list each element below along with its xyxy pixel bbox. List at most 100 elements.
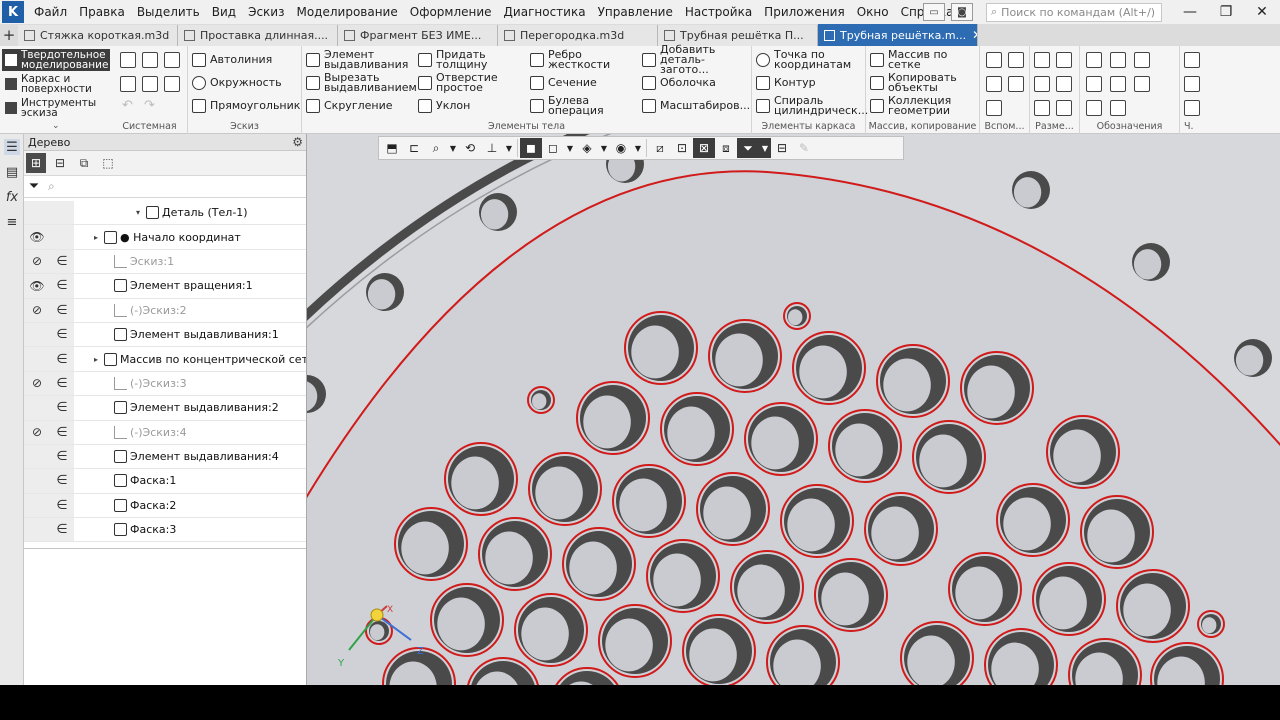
tree-item[interactable]: (-)Эскиз:4 [74,425,306,439]
tree-search-icon[interactable]: ⌕ [48,179,55,194]
copy-objects-button[interactable]: Копировать объекты [870,72,957,94]
gear-icon[interactable]: ⚙ [292,135,303,149]
body-element-button[interactable]: Отверстие простое [418,72,498,94]
tree-panel-icon[interactable]: ☰ [4,139,20,155]
text-icon[interactable] [1086,100,1102,116]
tree-item[interactable]: Элемент выдавливания:1 [74,328,306,342]
tree-row[interactable]: ∈ Элемент выдавливания:1 [24,322,306,348]
tree-row[interactable]: ∈ Элемент выдавливания:2 [24,396,306,421]
aux-curve-icon[interactable] [986,100,1002,116]
body-element-button[interactable]: Скругление [306,95,393,117]
perspective-icon[interactable]: ◉ [610,138,632,158]
menu-item[interactable]: Моделирование [290,0,403,24]
rectangle-button[interactable]: Прямоугольник [192,95,300,117]
tree-item[interactable]: (-)Эскиз:2 [74,303,306,317]
zoom-dropdown-icon[interactable]: ▼ [447,138,459,158]
tree-item[interactable]: (-)Эскиз:3 [74,376,306,390]
3d-viewport[interactable]: Y Z X ⬒ ⊏ ⌕ ▼ ⟲ ⊥ ▼ ◼ ◻ ▼ ◈ ▼ ◉ ▼ ⧄ ⊡ ⊠ ⧈ … [307,134,1280,685]
aux-plane-icon[interactable] [1008,52,1024,68]
relation-icon[interactable]: ∈ [50,473,74,488]
visibility-eye-icon[interactable]: ⊘ [24,376,50,390]
document-tab[interactable]: Проставка длинная.... [178,25,338,46]
leader-icon[interactable] [1110,52,1126,68]
export-icon[interactable] [1184,52,1200,68]
expand-arrow-icon[interactable]: ▾ [136,208,146,217]
expand-arrow-icon[interactable]: ▸ [94,233,104,242]
section-icon[interactable]: ⧄ [649,138,671,158]
menu-item[interactable]: Управление [592,0,679,24]
shaded-mode-icon[interactable]: ◼ [520,138,542,158]
aux-axis-icon[interactable] [986,76,1002,92]
document-tab[interactable]: Фрагмент БЕЗ ИМЕ... [338,25,498,46]
body-element-button[interactable]: Сечение [530,72,597,94]
body-element-button[interactable]: Элемент выдавливания [306,49,408,71]
properties-panel-icon[interactable]: ▤ [4,164,20,180]
tree-item[interactable]: Фаска:1 [74,474,306,488]
visibility-eye-icon[interactable]: 👁 [24,279,50,293]
body-element-button[interactable]: Добавить деталь-загото... [642,44,751,75]
rotate-icon[interactable]: ⟲ [459,138,481,158]
aux-point-icon[interactable] [1008,76,1024,92]
tree-row[interactable]: ⊘ ∈ (-)Эскиз:2 [24,298,306,323]
relation-icon[interactable]: ∈ [50,303,74,318]
visibility-eye-icon[interactable]: ⊘ [24,254,50,268]
tree-row[interactable]: ∈ Фаска:1 [24,469,306,494]
position-icon[interactable] [1110,76,1126,92]
display-dropdown-icon[interactable]: ▼ [564,138,576,158]
close-tab-icon[interactable]: ✕ [966,28,977,42]
dimension-diameter-icon[interactable] [1056,76,1072,92]
open-folder-icon[interactable] [142,52,158,68]
point-by-coordinates-button[interactable]: Точка по координатам [756,49,851,71]
marking-icon[interactable] [1110,100,1126,116]
relation-icon[interactable]: ∈ [50,425,74,440]
command-search-input[interactable]: ⌕ Поиск по командам (Alt+/) [986,2,1162,22]
document-tab[interactable]: Трубная решётка.m...✕ [818,24,978,46]
tree-row[interactable]: ⊘ ∈ (-)Эскиз:4 [24,420,306,445]
body-element-button[interactable]: Вырезать выдавливанием [306,72,417,94]
circle-button[interactable]: Окружность [192,72,282,94]
tree-item[interactable]: ▸ Массив по концентрической сетке [74,352,306,366]
menu-item[interactable]: Правка [73,0,131,24]
tree-row[interactable]: ∈ Элемент выдавливания:4 [24,444,306,470]
layers-view-icon[interactable]: ⧈ [715,138,737,158]
hide-dropdown-icon[interactable]: ▼ [598,138,610,158]
perspective-dropdown-icon[interactable]: ▼ [632,138,644,158]
sketch-view-icon[interactable]: ⊡ [671,138,693,158]
properties-icon[interactable] [1184,76,1200,92]
tree-components-icon[interactable]: ⧉ [74,153,94,173]
ribbon-mode[interactable]: Каркас и поверхности [2,73,110,95]
selection-filter-icon[interactable]: ⏷ [737,138,759,158]
show-all-icon[interactable]: ⬒ [381,138,403,158]
orientation-dropdown-icon[interactable]: ▼ [503,138,515,158]
restore-icon[interactable]: ❐ [1208,4,1244,20]
tree-hierarchy-icon[interactable]: ⊟ [50,153,70,173]
modes-expand-icon[interactable]: ⌄ [52,121,60,131]
tree-row[interactable]: 👁 ▸ ● Начало координат [24,225,306,250]
undo-icon[interactable]: ↶ [122,98,133,113]
tree-row[interactable]: ∈ Фаска:3 [24,518,306,543]
visibility-eye-icon[interactable]: ⊘ [24,303,50,317]
layers-icon[interactable]: ≡ [4,214,20,230]
relation-icon[interactable]: ∈ [50,522,74,537]
wireframe-mode-icon[interactable]: ◻ [542,138,564,158]
selection-filter-dropdown-icon[interactable]: ▼ [759,138,771,158]
tolerance-icon[interactable] [1086,76,1102,92]
save-icon[interactable] [164,52,180,68]
tree-item[interactable]: ▾ Деталь (Тел-1) [74,206,306,220]
visibility-eye-icon[interactable]: 👁 [24,230,50,244]
menu-item[interactable]: Выделить [131,0,206,24]
report-icon[interactable] [1184,100,1200,116]
relation-icon[interactable]: ∈ [50,327,74,342]
relation-icon[interactable]: ∈ [50,352,74,367]
measure-icon[interactable]: ⊟ [771,138,793,158]
expand-arrow-icon[interactable]: ▸ [94,355,104,364]
body-element-button[interactable]: Придать толщину [418,49,487,71]
close-window-icon[interactable]: ✕ [1244,4,1280,20]
relation-icon[interactable]: ∈ [50,449,74,464]
dimension-radial-icon[interactable] [1056,52,1072,68]
tree-row[interactable]: ∈ ▸ Массив по концентрической сетке [24,347,306,372]
body-element-button[interactable]: Ребро жесткости [530,49,610,71]
cylindrical-spiral-button[interactable]: Спираль цилиндрическ... [756,95,868,117]
tree-item[interactable]: Фаска:3 [74,523,306,537]
body-element-button[interactable]: Уклон [418,95,470,117]
